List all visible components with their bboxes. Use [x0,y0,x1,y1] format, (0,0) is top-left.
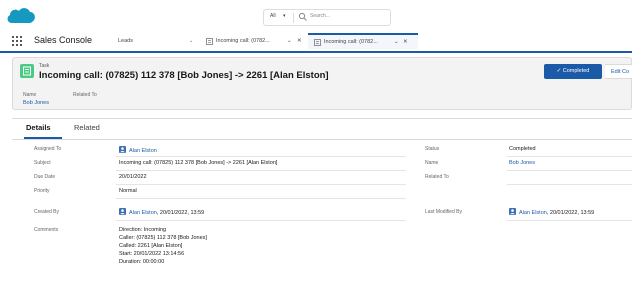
name-field-link[interactable]: Bob Jones [509,160,535,166]
created-by-label: Created By [34,209,60,215]
related-to-label: Related To [73,92,97,98]
field-divider [116,170,406,171]
nav-item-leads[interactable]: Leads [118,38,133,44]
field-divider [507,170,632,171]
search-scope-label[interactable]: All [270,13,276,19]
priority-value: Normal [119,188,137,194]
comments-line: Duration: 00:00:00 [119,259,165,265]
task-icon [206,38,213,45]
close-icon[interactable]: ✕ [403,39,408,45]
task-record-icon [20,64,34,78]
tabs-divider [12,139,632,140]
comments-line: Caller: (07825) 112 378 [Bob Jones] [119,235,207,241]
salesforce-logo-icon[interactable] [6,6,36,26]
chevron-down-icon[interactable]: ⌄ [189,38,193,44]
field-divider [507,184,632,185]
task-icon [314,39,321,46]
tab-incoming-call-1[interactable]: Incoming call: (0782... ⌄ ✕ [200,33,308,49]
comments-line: Start: 20/01/2022 13:14:56 [119,251,185,257]
status-value: Completed [509,146,536,152]
user-icon [119,146,126,153]
comments-label: Comments [34,227,59,233]
field-divider [116,184,406,185]
record-highlights-panel: Task Incoming call: (07825) 112 378 [Bob… [12,57,632,110]
assigned-to-label: Assigned To [34,146,62,152]
tab-label: Incoming call: (0782... [324,39,378,45]
due-date-value: 20/01/2022 [119,174,147,180]
assigned-to-link[interactable]: Alan Elston [119,146,157,154]
comments-line: Called: 2261 [Alan Elston] [119,243,183,249]
subject-value: Incoming call: (07825) 112 378 [Bob Jone… [119,160,278,166]
field-divider [507,156,632,157]
details-card: Details Related Assigned To Alan Elston … [12,118,632,289]
chevron-down-icon[interactable]: ⌄ [287,38,292,44]
completed-button[interactable]: ✓ Completed [544,64,602,79]
check-icon: ✓ [556,68,562,74]
field-divider [507,220,632,221]
last-modified-by-user-link[interactable]: Alan Elston [519,210,547,216]
close-icon[interactable]: ✕ [297,38,302,44]
subject-label: Subject [34,160,51,166]
name-field-label: Name [425,160,439,166]
tab-related[interactable]: Related [74,123,100,132]
search-input[interactable]: Search... [310,13,330,19]
global-search-box[interactable]: All ▾ Search... [263,9,391,26]
app-launcher-icon[interactable] [12,36,22,46]
user-icon [119,208,126,215]
chevron-down-icon[interactable]: ⌄ [394,39,399,45]
due-date-label: Due Date [34,174,56,180]
created-by-value: Alan Elston, 20/01/2022, 13:59 [119,208,204,216]
name-link[interactable]: Bob Jones [23,100,49,106]
chevron-down-icon[interactable]: ▾ [283,13,286,19]
global-header: All ▾ Search... [0,0,632,30]
assigned-to-value: Alan Elston [129,148,157,154]
search-icon [298,12,307,21]
record-title: Incoming call: (07825) 112 378 [Bob Jone… [39,70,329,81]
completed-button-label: Completed [562,68,590,74]
user-icon [509,208,516,215]
created-by-date: , 20/01/2022, 13:59 [156,210,205,216]
record-type-label: Task [39,63,50,69]
priority-label: Priority [34,188,50,194]
edit-button[interactable]: Edit Co [605,64,632,79]
name-label: Name [23,92,37,98]
status-label: Status [425,146,440,152]
field-divider [116,220,406,221]
app-name: Sales Console [34,35,93,45]
comments-line: Direction: Incoming [119,227,167,233]
tab-label: Incoming call: (0782... [216,38,270,44]
comments-value: Direction: Incoming Caller: (07825) 112 … [119,226,207,266]
last-modified-by-value: Alan Elston, 20/01/2022, 13:59 [509,208,594,216]
tab-details[interactable]: Details [26,123,51,132]
navigation-bar: Sales Console Leads ⌄ Incoming call: (07… [0,30,632,53]
field-divider [116,198,406,199]
field-divider [116,156,406,157]
last-modified-by-date: , 20/01/2022, 13:59 [546,210,595,216]
tab-incoming-call-2[interactable]: Incoming call: (0782... ⌄ ✕ [308,33,418,49]
created-by-user-link[interactable]: Alan Elston [129,210,157,216]
last-modified-by-label: Last Modified By [425,209,462,215]
search-divider [293,13,294,23]
related-to-field-label: Related To [425,174,449,180]
